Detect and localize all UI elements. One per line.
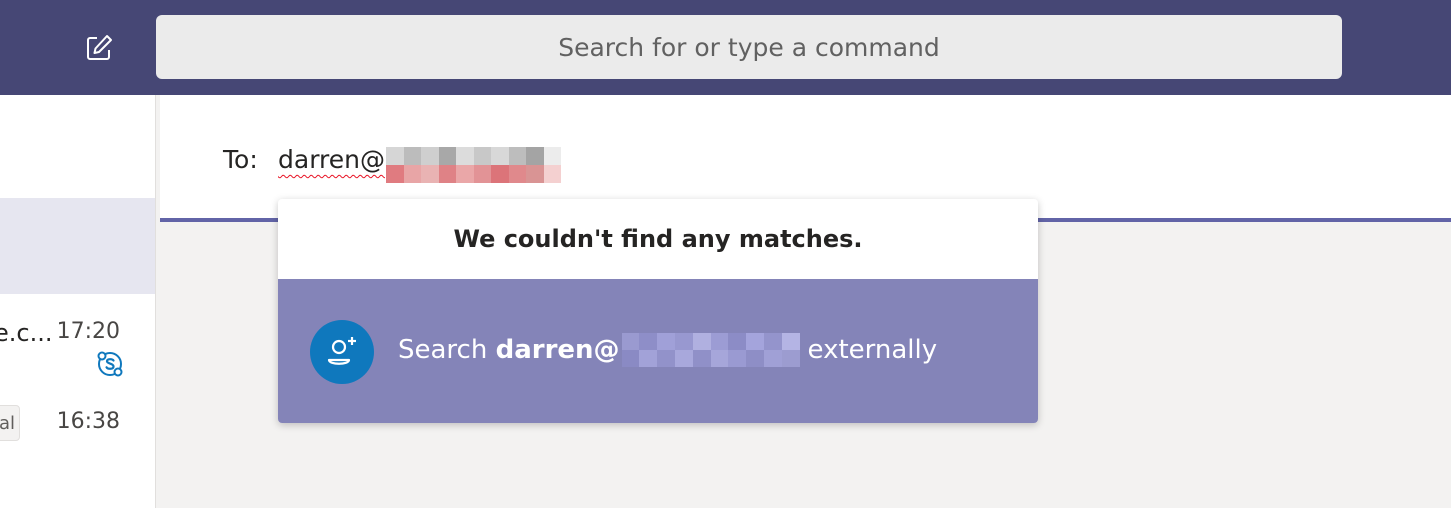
chat-name: e.c... — [0, 319, 53, 347]
redacted-domain — [386, 147, 561, 183]
chat-list-item[interactable]: e.c... 17:20 — [0, 305, 155, 385]
chat-time: 16:38 — [56, 409, 120, 434]
skype-icon — [97, 351, 123, 377]
command-search-box[interactable] — [156, 15, 1342, 79]
search-suffix: externally — [807, 335, 938, 365]
to-value-text: darren@ — [278, 145, 385, 174]
chat-time: 17:20 — [56, 319, 120, 344]
to-label: To: — [223, 145, 258, 174]
search-query: darren@ — [495, 335, 620, 365]
chat-list-item-selected[interactable] — [0, 198, 155, 294]
add-person-icon — [310, 320, 374, 384]
people-picker-dropdown: We couldn't find any matches. Search dar… — [278, 199, 1038, 423]
redacted-domain — [621, 333, 800, 367]
no-matches-message: We couldn't find any matches. — [453, 225, 863, 253]
search-input[interactable] — [156, 15, 1342, 79]
new-chat-button[interactable] — [80, 29, 118, 67]
chat-list-item[interactable]: al 16:38 — [0, 395, 155, 475]
chat-list: e.c... 17:20 al 16:38 — [0, 95, 156, 508]
search-externally-option[interactable]: Search darren@ externally — [278, 279, 1038, 423]
external-badge: al — [0, 405, 20, 441]
top-bar — [0, 0, 1451, 95]
search-externally-label: Search darren@ externally — [398, 333, 937, 367]
compose-icon — [87, 35, 112, 60]
to-input[interactable]: darren@ — [278, 145, 385, 174]
search-prefix: Search — [398, 335, 488, 365]
